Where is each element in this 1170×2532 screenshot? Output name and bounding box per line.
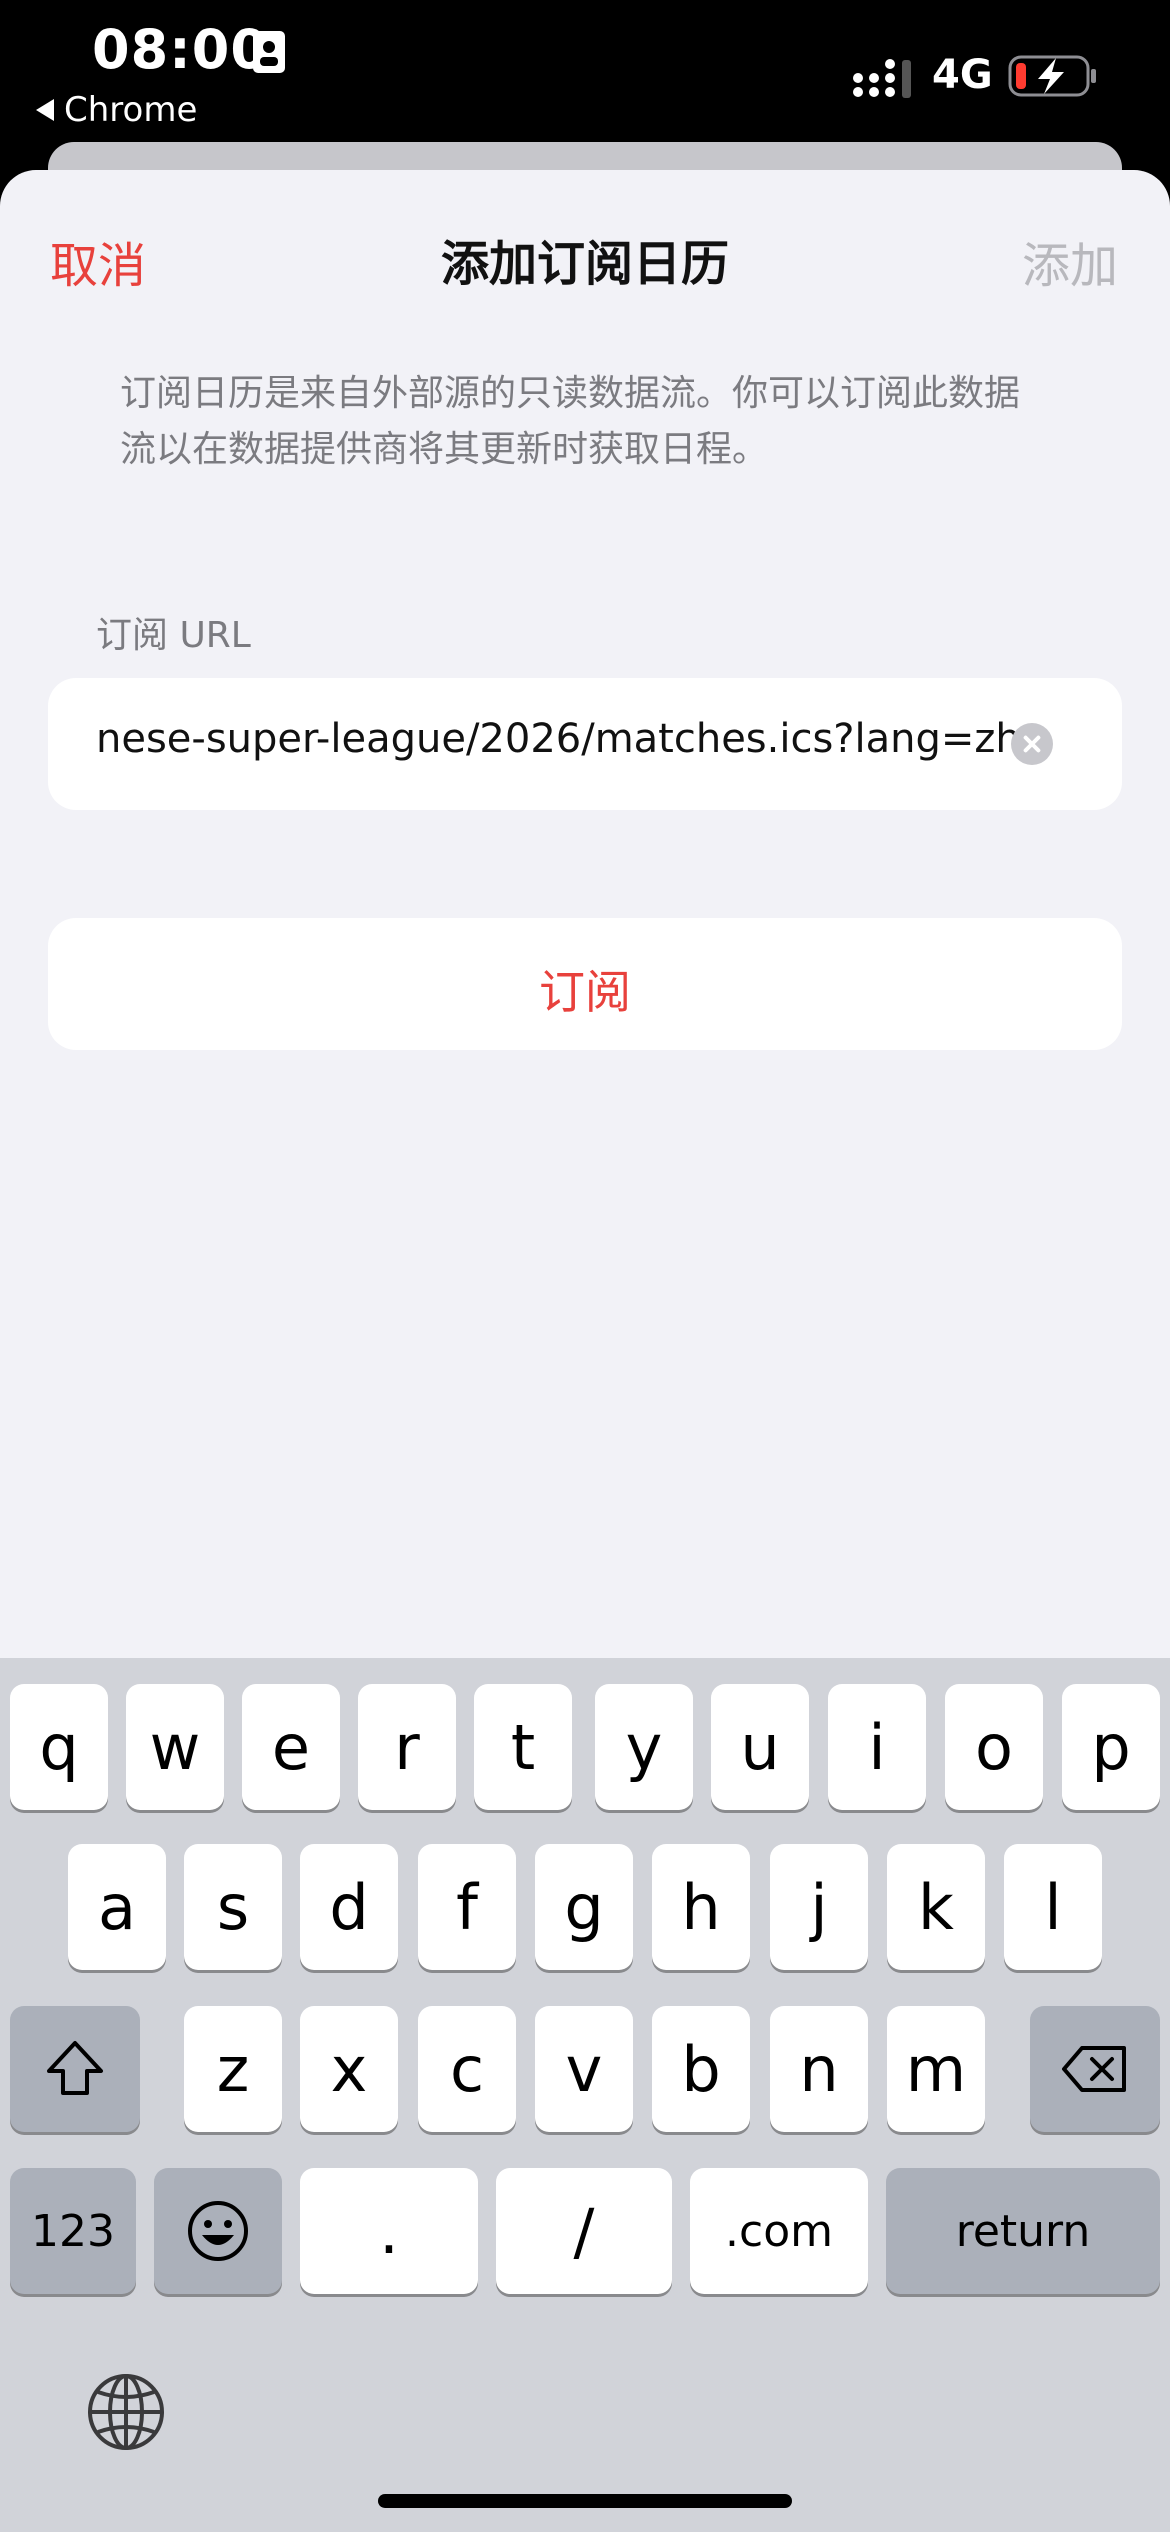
status-bar: 08:00 Chrome 4G bbox=[0, 0, 1170, 165]
dotcom-key[interactable]: .com bbox=[690, 2168, 868, 2294]
key-u[interactable]: u bbox=[711, 1684, 809, 1810]
url-section-label: 订阅 URL bbox=[96, 615, 251, 656]
key-d[interactable]: d bbox=[300, 1844, 398, 1970]
shift-key[interactable] bbox=[10, 2006, 140, 2132]
description-text: 订阅日历是来自外部源的只读数据流。你可以订阅此数据流以在数据提供商将其更新时获取… bbox=[120, 373, 1021, 470]
emoji-icon bbox=[188, 2201, 248, 2261]
return-key-label: return bbox=[955, 2205, 1091, 2257]
key-i[interactable]: i bbox=[828, 1684, 926, 1810]
add-button[interactable]: 添加 bbox=[1022, 226, 1118, 296]
key-a[interactable]: a bbox=[68, 1844, 166, 1970]
key-s[interactable]: s bbox=[184, 1844, 282, 1970]
key-y[interactable]: y bbox=[595, 1684, 693, 1810]
key-f[interactable]: f bbox=[418, 1844, 516, 1970]
battery-charging-icon bbox=[1008, 55, 1096, 97]
globe-icon[interactable] bbox=[84, 2370, 168, 2454]
key-r[interactable]: r bbox=[358, 1684, 456, 1810]
network-type: 4G bbox=[932, 52, 993, 98]
subscribe-label: 订阅 bbox=[539, 965, 631, 1019]
key-l[interactable]: l bbox=[1004, 1844, 1102, 1970]
keyboard: q w e r t y u i o p a s d f g h j k l z … bbox=[0, 1658, 1170, 2532]
delete-key[interactable] bbox=[1030, 2006, 1160, 2132]
signal-icon bbox=[853, 59, 911, 98]
shift-arrow-icon bbox=[47, 2041, 103, 2095]
back-to-app-link[interactable]: Chrome bbox=[36, 90, 197, 130]
key-p[interactable]: p bbox=[1062, 1684, 1160, 1810]
key-c[interactable]: c bbox=[418, 2006, 516, 2132]
status-time: 08:00 bbox=[92, 18, 269, 81]
return-key[interactable]: return bbox=[886, 2168, 1160, 2294]
key-k[interactable]: k bbox=[887, 1844, 985, 1970]
home-indicator[interactable] bbox=[378, 2494, 792, 2508]
key-j[interactable]: j bbox=[770, 1844, 868, 1970]
key-m[interactable]: m bbox=[887, 2006, 985, 2132]
emoji-key[interactable] bbox=[154, 2168, 282, 2294]
contact-card-icon bbox=[253, 31, 285, 73]
key-v[interactable]: v bbox=[535, 2006, 633, 2132]
period-key[interactable]: . bbox=[300, 2168, 478, 2294]
key-e[interactable]: e bbox=[242, 1684, 340, 1810]
dotcom-key-label: .com bbox=[725, 2205, 833, 2257]
key-h[interactable]: h bbox=[652, 1844, 750, 1970]
backspace-icon bbox=[1062, 2046, 1126, 2092]
key-t[interactable]: t bbox=[474, 1684, 572, 1810]
subscribe-button[interactable]: 订阅 bbox=[48, 918, 1122, 1050]
key-g[interactable]: g bbox=[535, 1844, 633, 1970]
slash-key[interactable]: / bbox=[496, 2168, 672, 2294]
sheet-title: 添加订阅日历 bbox=[440, 236, 729, 292]
key-q[interactable]: q bbox=[10, 1684, 108, 1810]
clear-text-icon[interactable] bbox=[1011, 723, 1053, 765]
key-w[interactable]: w bbox=[126, 1684, 224, 1810]
subscription-url-field[interactable]: nese-super-league/2026/matches.ics?lang=… bbox=[48, 678, 1122, 810]
key-z[interactable]: z bbox=[184, 2006, 282, 2132]
numbers-key[interactable]: 123 bbox=[10, 2168, 136, 2294]
key-x[interactable]: x bbox=[300, 2006, 398, 2132]
back-triangle-icon bbox=[36, 99, 54, 121]
key-o[interactable]: o bbox=[945, 1684, 1043, 1810]
key-b[interactable]: b bbox=[652, 2006, 750, 2132]
url-input-value[interactable]: nese-super-league/2026/matches.ics?lang=… bbox=[96, 716, 1046, 762]
numbers-key-label: 123 bbox=[31, 2205, 115, 2257]
key-n[interactable]: n bbox=[770, 2006, 868, 2132]
back-app-label: Chrome bbox=[64, 90, 198, 130]
